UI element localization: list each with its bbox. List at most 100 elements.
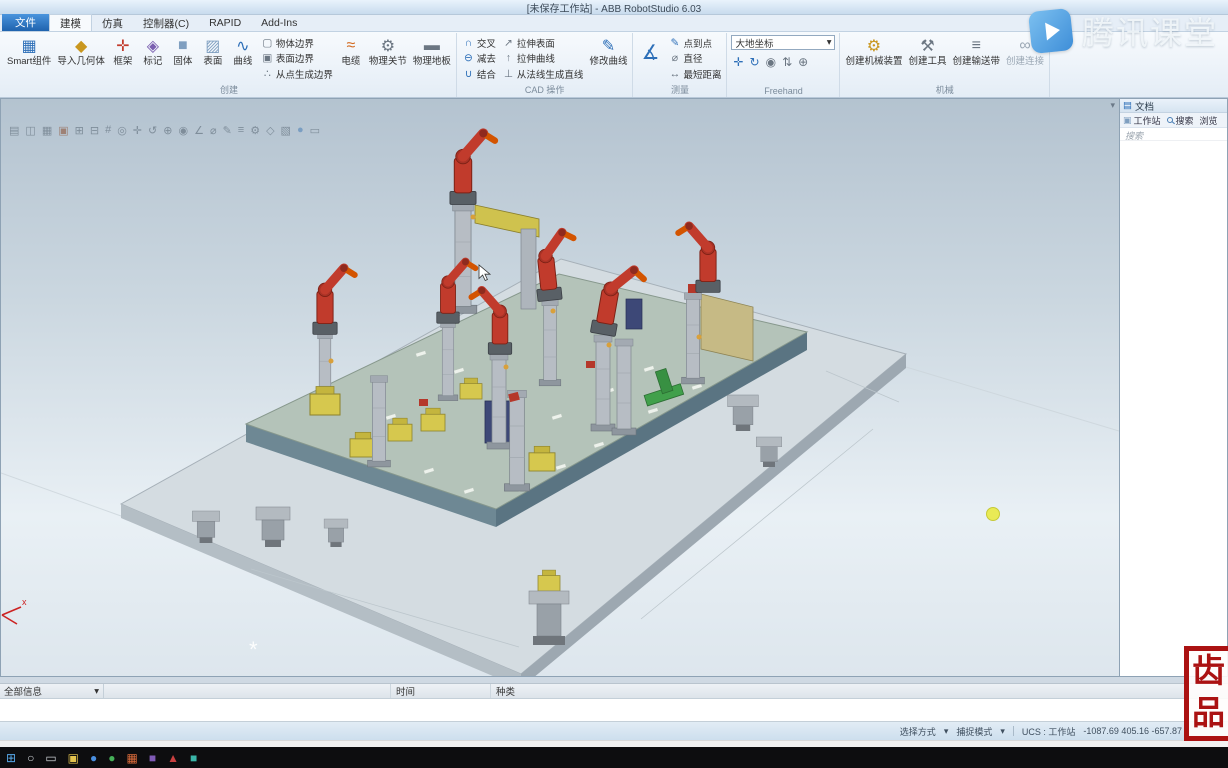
min-distance-button[interactable]: ↔ 最短距离 — [665, 66, 724, 81]
create-tool-button[interactable]: ⚒ 创建工具 — [905, 33, 949, 83]
options-icon[interactable]: ⚙ — [250, 124, 260, 137]
extrude-surface-button[interactable]: ↗ 拉伸表面 — [499, 35, 587, 50]
create-connection-button[interactable]: ∞ 创建连接 — [1003, 33, 1047, 83]
subtract-button[interactable]: ⊖ 减去 — [459, 51, 499, 66]
point-to-point-button[interactable]: ✎ 点到点 — [665, 35, 724, 50]
chevron-down-icon: ▾ — [826, 37, 832, 48]
search-input[interactable]: 搜索 — [1120, 128, 1227, 141]
grid-icon[interactable]: ▦ — [42, 124, 52, 137]
app-green-icon[interactable]: ● — [108, 751, 115, 765]
frame-button[interactable]: ✛ 框架 — [108, 33, 138, 83]
robotstudio-window: [未保存工作站] - ABB RobotStudio 6.03 文件 建模 仿真… — [0, 0, 1228, 768]
tab-file[interactable]: 文件 — [2, 14, 49, 31]
column-time[interactable]: 时间 — [390, 684, 490, 698]
target-icon[interactable]: ◉ — [178, 124, 188, 137]
physics-joint-button[interactable]: ⚙ 物理关节 — [366, 33, 410, 83]
physics-floor-button[interactable]: ▬ 物理地板 — [410, 33, 454, 83]
line-from-normal-button[interactable]: ⊥ 从法线生成直线 — [499, 66, 587, 81]
surface-border-button[interactable]: ▣ 表面边界 — [258, 51, 336, 66]
intersect-icon: ∩ — [464, 36, 473, 49]
documents-panel-body[interactable] — [1120, 141, 1227, 676]
view-settings-icon[interactable]: ▤ — [9, 124, 19, 137]
center-view-icon[interactable]: ◎ — [117, 124, 127, 137]
surface-border-icon: ▣ — [262, 52, 273, 64]
diameter-button[interactable]: ⌀ 直径 — [665, 51, 724, 66]
zoom-extents-icon[interactable]: ⊞ — [75, 124, 84, 137]
yellow-point[interactable] — [986, 507, 1000, 521]
jog-move-icon[interactable]: ✛ — [733, 55, 743, 69]
jog-joint-icon[interactable]: ◉ — [766, 55, 776, 69]
task-view-icon[interactable]: ▭ — [45, 751, 56, 765]
label: 固体 — [173, 56, 193, 67]
snap-mode-dropdown[interactable]: 捕捉模式 — [956, 725, 992, 738]
viewport-3d[interactable]: x * ▤ ◫ ▦ ▣ ⊞ ⊟ # ◎ ✛ ↺ ⊕ ◉ ∠ ⌀ ✎ ≡ ⚙ ◇ ▧ ● ▭ ▾ — [0, 98, 1119, 677]
tab-simulation[interactable]: 仿真 — [92, 15, 133, 31]
border-from-points-button[interactable]: ∴ 从点生成边界 — [258, 66, 336, 81]
solid-button[interactable]: ■ 固体 — [168, 33, 198, 83]
smart-component-button[interactable]: ▦ Smart组件 — [4, 33, 54, 83]
multirobot-jog-icon[interactable]: ⊕ — [798, 55, 808, 69]
render-icon[interactable]: ● — [297, 124, 304, 137]
split-view-icon[interactable]: ◫ — [25, 124, 35, 137]
markup-icon[interactable]: ▣ — [58, 124, 68, 137]
column-category[interactable]: 种类 — [490, 684, 600, 698]
tab-workstation[interactable]: ▣ 工作站 — [1120, 114, 1164, 127]
app-teal-icon[interactable]: ■ — [190, 751, 197, 765]
jog-linear-icon[interactable]: ⇅ — [782, 55, 792, 69]
output-filter-dropdown[interactable]: 全部信息 ▾ — [0, 684, 104, 698]
label: 浏览 — [1199, 115, 1218, 126]
import-geometry-button[interactable]: ◆ 导入几何体 — [54, 33, 108, 83]
app-orange-icon[interactable]: ▦ — [127, 751, 138, 765]
selection-mode-dropdown[interactable]: 选择方式 — [900, 725, 936, 738]
smart-component-icon: ▦ — [21, 38, 37, 55]
layers-icon[interactable]: ≡ — [238, 124, 244, 137]
tag-button[interactable]: ◈ 标记 — [138, 33, 168, 83]
curve-button[interactable]: ∿ 曲线 — [228, 33, 258, 83]
measure-tool-button[interactable]: ∡ — [635, 33, 665, 83]
reference-dropdown[interactable]: 大地坐标 ▾ — [731, 35, 836, 50]
body-border-button[interactable]: ▢ 物体边界 — [258, 35, 336, 50]
group-label-cad: CAD 操作 — [524, 85, 565, 95]
pan-icon[interactable]: ✛ — [133, 124, 142, 137]
wireframe-icon[interactable]: ◇ — [266, 124, 274, 137]
scene-3d[interactable]: x * — [1, 99, 1119, 677]
start-button[interactable]: ⊞ — [6, 751, 16, 765]
documents-panel-header[interactable]: ▤ 文档 — [1120, 99, 1227, 113]
chevron-down-icon: ▾ — [943, 725, 949, 736]
label: 创建机械装置 — [845, 56, 903, 67]
intersect-button[interactable]: ∩ 交叉 — [459, 35, 499, 50]
tab-controller[interactable]: 控制器(C) — [133, 15, 199, 31]
union-button[interactable]: ∪ 结合 — [459, 66, 499, 81]
orbit-icon[interactable]: ↺ — [148, 124, 157, 137]
tab-addins[interactable]: Add-Ins — [251, 15, 307, 31]
zoom-out-icon[interactable]: ⊟ — [90, 124, 99, 137]
tab-browse[interactable]: 浏览 — [1197, 114, 1221, 127]
viewport-collapse-chevron[interactable]: ▾ — [1110, 100, 1115, 111]
reference-marker: * — [249, 637, 258, 662]
angle-icon[interactable]: ∠ — [194, 124, 204, 137]
app-red-icon[interactable]: ▲ — [167, 751, 179, 765]
surface-button[interactable]: ▨ 表面 — [198, 33, 228, 83]
label: 修改曲线 — [589, 56, 628, 67]
output-list[interactable] — [0, 699, 1228, 722]
annotate-icon[interactable]: ✎ — [223, 124, 232, 137]
zoom-in-icon[interactable]: ⊕ — [163, 124, 172, 137]
tab-rapid[interactable]: RAPID — [199, 15, 251, 31]
modify-curve-button[interactable]: ✎ 修改曲线 — [586, 33, 630, 83]
red-seal-watermark: 齿 品 — [1184, 646, 1228, 741]
tab-modeling[interactable]: 建模 — [49, 14, 92, 31]
file-explorer-icon[interactable]: ▣ — [68, 751, 79, 765]
shading-icon[interactable]: ▧ — [281, 124, 291, 137]
browser-icon[interactable]: ● — [90, 751, 97, 765]
jog-rotate-icon[interactable]: ↻ — [750, 55, 760, 69]
app-purple-icon[interactable]: ■ — [149, 751, 156, 765]
snap-grid-icon[interactable]: # — [105, 124, 111, 137]
cable-button[interactable]: ≈ 电缆 — [336, 33, 366, 83]
diameter-icon[interactable]: ⌀ — [210, 124, 217, 137]
tab-search[interactable]: 搜索 — [1164, 114, 1197, 127]
search-icon[interactable]: ○ — [27, 751, 34, 765]
extrude-curve-button[interactable]: ↑ 拉伸曲线 — [499, 51, 587, 66]
create-mechanism-button[interactable]: ⚙ 创建机械装置 — [842, 33, 905, 83]
window-icon[interactable]: ▭ — [310, 124, 320, 137]
create-conveyor-button[interactable]: ≡ 创建输送带 — [950, 33, 1004, 83]
